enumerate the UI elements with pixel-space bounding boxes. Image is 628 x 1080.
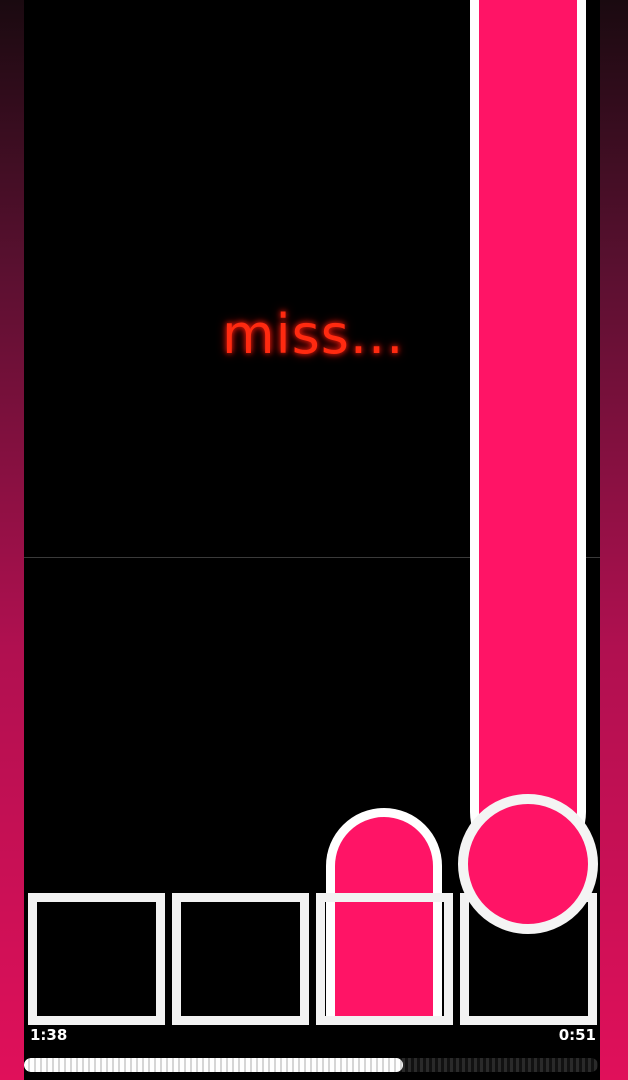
lane-3-pad[interactable] bbox=[316, 893, 453, 1025]
elapsed-time: 1:38 bbox=[30, 1026, 68, 1044]
lane-1-pad[interactable] bbox=[28, 893, 165, 1025]
song-progress-bar bbox=[24, 1058, 598, 1072]
judgement-text: miss... bbox=[222, 303, 405, 366]
lane-4-hold-head bbox=[458, 794, 598, 934]
remaining-time: 0:51 bbox=[558, 1026, 596, 1044]
lane-2-pad[interactable] bbox=[172, 893, 309, 1025]
song-progress-fill bbox=[24, 1058, 403, 1072]
right-edge-gradient bbox=[600, 0, 628, 1080]
left-edge-gradient bbox=[0, 0, 24, 1080]
lane-4-hold-note bbox=[470, 0, 586, 870]
